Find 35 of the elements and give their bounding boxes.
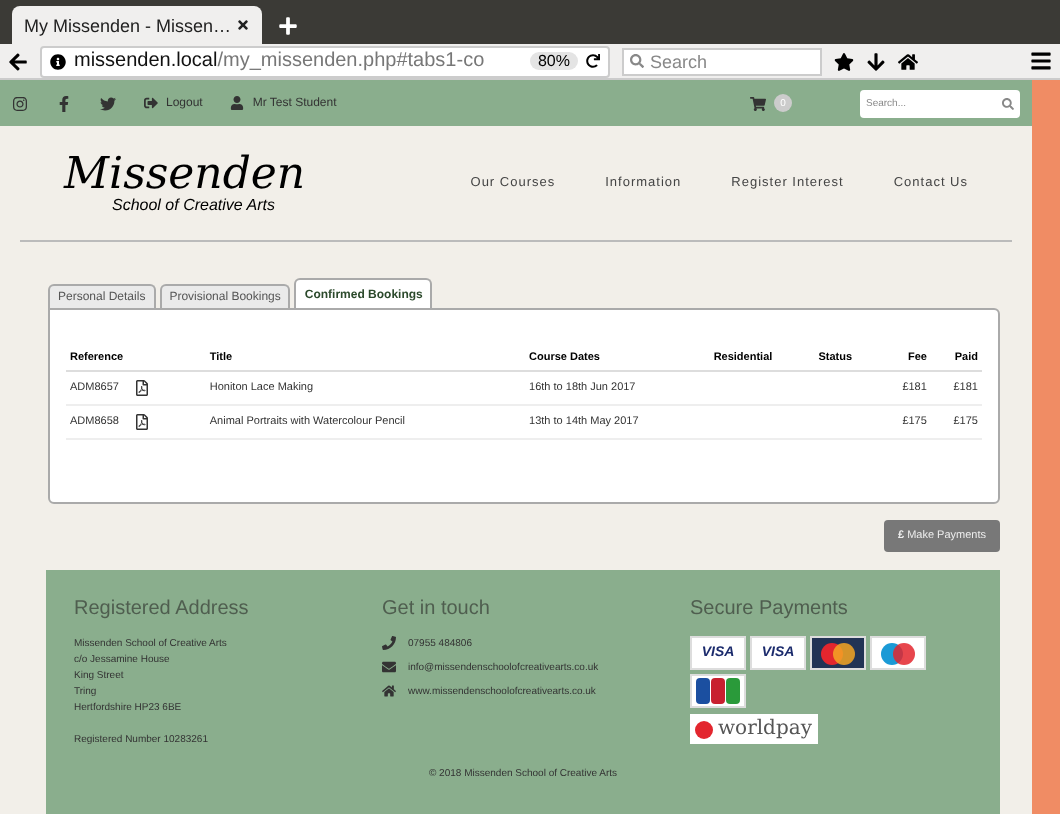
back-icon[interactable] <box>8 51 28 71</box>
footer-heading: Get in touch <box>382 598 492 620</box>
zoom-level: 80% <box>529 52 578 70</box>
reload-icon[interactable] <box>586 54 600 68</box>
worldpay-logo: worldpay <box>690 714 818 744</box>
pdf-icon[interactable] <box>134 414 151 430</box>
site-logo[interactable]: Missenden School of Creative Arts <box>64 153 306 213</box>
maestro-logo <box>870 636 926 670</box>
pdf-icon[interactable] <box>134 380 151 396</box>
user-icon <box>230 96 245 110</box>
close-icon[interactable] <box>236 18 250 32</box>
browser-tab[interactable]: My Missenden - Missen… <box>12 6 262 44</box>
footer-heading: Registered Address <box>74 598 251 620</box>
info-icon <box>50 53 66 69</box>
phone-icon <box>382 636 396 650</box>
instagram-icon[interactable] <box>12 95 28 111</box>
mastercard-logo <box>810 636 866 670</box>
download-icon[interactable] <box>866 51 886 71</box>
new-tab-icon[interactable] <box>278 16 298 36</box>
browser-search-field[interactable]: Search <box>622 47 822 75</box>
logout-icon <box>144 96 158 110</box>
twitter-icon[interactable] <box>100 95 116 111</box>
bookmark-star-icon[interactable] <box>834 51 854 71</box>
home-icon[interactable] <box>898 51 918 71</box>
url-field[interactable]: missenden.local/my_missenden.php#tabs1-co 80% <box>40 45 610 77</box>
url-text: missenden.local/my_missenden.php#tabs1-co <box>74 50 485 72</box>
menu-icon[interactable] <box>1030 50 1052 72</box>
search-icon <box>1002 97 1014 109</box>
cart-icon[interactable] <box>750 95 766 111</box>
home-icon <box>382 684 396 698</box>
search-icon <box>630 54 644 68</box>
facebook-icon[interactable] <box>56 95 72 111</box>
footer-heading: Secure Payments <box>690 598 850 620</box>
jcb-logo <box>690 674 746 708</box>
mail-icon <box>382 660 396 674</box>
